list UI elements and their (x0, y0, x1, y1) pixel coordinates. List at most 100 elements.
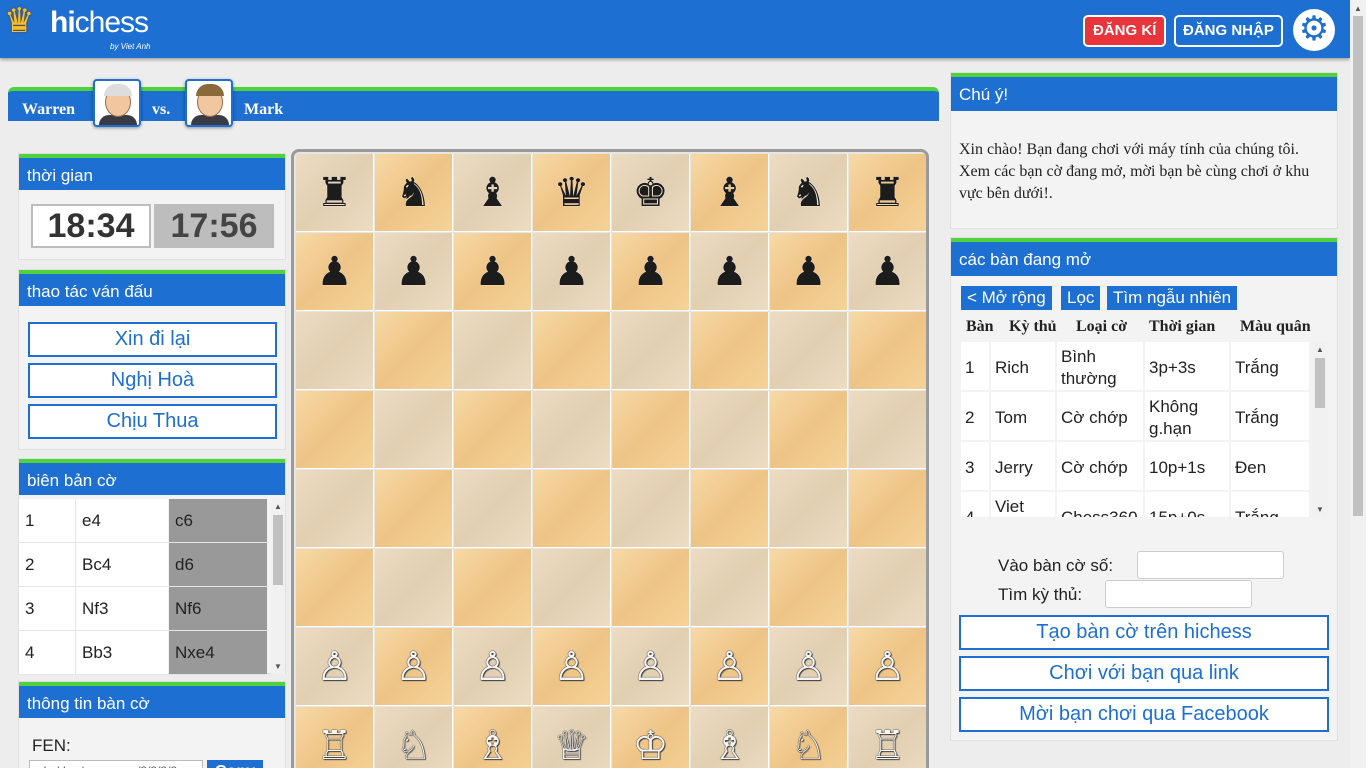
board-square[interactable]: ♙ (533, 628, 611, 706)
black-pawn-icon[interactable]: ♟ (791, 252, 827, 292)
board-square[interactable] (691, 312, 769, 390)
board-square[interactable] (375, 312, 453, 390)
scroll-down-arrow-icon[interactable]: ▼ (274, 662, 282, 671)
white-move[interactable]: e4 (75, 499, 168, 542)
white-rook-icon[interactable]: ♖ (317, 726, 353, 766)
scroll-up-arrow-icon[interactable]: ▲ (1354, 4, 1362, 13)
table-row[interactable]: 1 Rich Bình thường 3p+3s Trắng (961, 342, 1311, 390)
board-square[interactable] (296, 470, 374, 548)
white-pawn-icon[interactable]: ♙ (870, 647, 906, 687)
board-square[interactable]: ♙ (691, 628, 769, 706)
board-square[interactable]: ♙ (612, 628, 690, 706)
white-pawn-icon[interactable]: ♙ (554, 647, 590, 687)
black-bishop-icon[interactable]: ♝ (712, 173, 748, 213)
black-knight-icon[interactable]: ♞ (396, 173, 432, 213)
black-pawn-icon[interactable]: ♟ (870, 252, 906, 292)
board-square[interactable]: ♟ (612, 233, 690, 311)
black-move[interactable]: Nxe4 (169, 631, 267, 674)
black-king-icon[interactable]: ♚ (633, 173, 669, 213)
board-square[interactable]: ♞ (375, 154, 453, 232)
board-square[interactable] (533, 470, 611, 548)
board-square[interactable] (612, 391, 690, 469)
white-move[interactable]: Nf3 (75, 587, 168, 630)
black-knight-icon[interactable]: ♞ (791, 173, 827, 213)
white-move[interactable]: Bc4 (75, 543, 168, 586)
undo-button[interactable]: Xin đi lại (28, 322, 277, 357)
board-square[interactable]: ♘ (770, 707, 848, 768)
board-square[interactable]: ♗ (691, 707, 769, 768)
board-square[interactable]: ♖ (849, 707, 926, 768)
board-square[interactable]: ♔ (612, 707, 690, 768)
board-square[interactable]: ♙ (770, 628, 848, 706)
board-square[interactable]: ♝ (454, 154, 532, 232)
board-square[interactable] (770, 549, 848, 627)
board-square[interactable] (612, 312, 690, 390)
board-square[interactable] (533, 549, 611, 627)
white-pawn-icon[interactable]: ♙ (317, 647, 353, 687)
black-move[interactable]: d6 (169, 543, 267, 586)
table-row[interactable]: 4 Viet Anh Chess360 15p+0s Trắng (961, 492, 1311, 517)
scroll-down-arrow-icon[interactable]: ▼ (1316, 505, 1324, 514)
board-square[interactable] (533, 312, 611, 390)
table-row[interactable]: 3 Jerry Cờ chớp 10p+1s Đen (961, 442, 1311, 490)
play-via-link-button[interactable]: Chơi với bạn qua link (959, 656, 1329, 691)
board-square[interactable] (533, 391, 611, 469)
open-tables-scrollbar[interactable]: ▲ ▼ (1313, 342, 1327, 517)
board-square[interactable]: ♟ (375, 233, 453, 311)
black-rook-icon[interactable]: ♜ (317, 173, 353, 213)
login-button[interactable]: ĐĂNG NHẬP (1174, 15, 1283, 47)
board-square[interactable]: ♖ (296, 707, 374, 768)
white-king-icon[interactable]: ♔ (633, 726, 669, 766)
board-square[interactable]: ♟ (770, 233, 848, 311)
white-pawn-icon[interactable]: ♙ (396, 647, 432, 687)
board-square[interactable]: ♟ (296, 233, 374, 311)
invite-facebook-button[interactable]: Mời bạn chơi qua Facebook (959, 697, 1329, 732)
black-pawn-icon[interactable]: ♟ (554, 252, 590, 292)
resign-button[interactable]: Chịu Thua (28, 404, 277, 439)
white-pawn-icon[interactable]: ♙ (791, 647, 827, 687)
board-square[interactable] (375, 391, 453, 469)
move-row[interactable]: 1 e4 c6 (19, 499, 269, 543)
board-square[interactable] (612, 549, 690, 627)
white-pawn-icon[interactable]: ♙ (475, 647, 511, 687)
board-square[interactable]: ♛ (533, 154, 611, 232)
black-pawn-icon[interactable]: ♟ (712, 252, 748, 292)
random-match-button[interactable]: Tìm ngẫu nhiên (1107, 286, 1238, 310)
white-rook-icon[interactable]: ♖ (870, 726, 906, 766)
scrollbar-thumb[interactable] (1353, 16, 1363, 516)
create-table-button[interactable]: Tạo bàn cờ trên hichess (959, 615, 1329, 650)
player-left-avatar[interactable] (93, 79, 141, 127)
board-square[interactable] (454, 470, 532, 548)
board-square[interactable]: ♕ (533, 707, 611, 768)
move-row[interactable]: 3 Nf3 Nf6 (19, 587, 269, 631)
board-square[interactable]: ♟ (454, 233, 532, 311)
chess-board[interactable]: ♜ ♞ ♝ ♛ ♚ ♝ ♞ ♜ ♟ ♟ ♟ ♟ ♟ ♟ ♟ ♟ ♙ ♙ ♙ ♙ ♙ ♙ ♙ ♙ ♖ ♘ ♗ ♕ ♔ ♗ ♘ ♖ (296, 154, 926, 768)
board-square[interactable]: ♙ (849, 628, 926, 706)
copy-fen-button[interactable]: Copy (207, 760, 263, 768)
black-pawn-icon[interactable]: ♟ (633, 252, 669, 292)
board-square[interactable] (454, 549, 532, 627)
board-square[interactable] (691, 470, 769, 548)
board-square[interactable] (612, 470, 690, 548)
expand-button[interactable]: < Mở rộng (961, 286, 1052, 310)
table-number-input[interactable] (1137, 551, 1284, 579)
scrollbar-thumb[interactable] (273, 515, 283, 585)
board-square[interactable]: ♙ (375, 628, 453, 706)
white-pawn-icon[interactable]: ♙ (712, 647, 748, 687)
filter-button[interactable]: Lọc (1061, 286, 1101, 310)
board-square[interactable]: ♚ (612, 154, 690, 232)
board-square[interactable]: ♘ (375, 707, 453, 768)
white-bishop-icon[interactable]: ♗ (712, 726, 748, 766)
board-square[interactable] (691, 391, 769, 469)
page-scrollbar[interactable]: ▲ (1350, 0, 1366, 768)
board-square[interactable]: ♞ (770, 154, 848, 232)
board-square[interactable]: ♗ (454, 707, 532, 768)
board-square[interactable]: ♜ (296, 154, 374, 232)
register-button[interactable]: ĐĂNG KÍ (1083, 15, 1167, 47)
gear-icon[interactable]: ⚙ (1293, 9, 1335, 51)
board-square[interactable]: ♝ (691, 154, 769, 232)
board-square[interactable] (849, 391, 926, 469)
board-square[interactable] (296, 391, 374, 469)
board-square[interactable]: ♙ (454, 628, 532, 706)
board-square[interactable] (375, 470, 453, 548)
